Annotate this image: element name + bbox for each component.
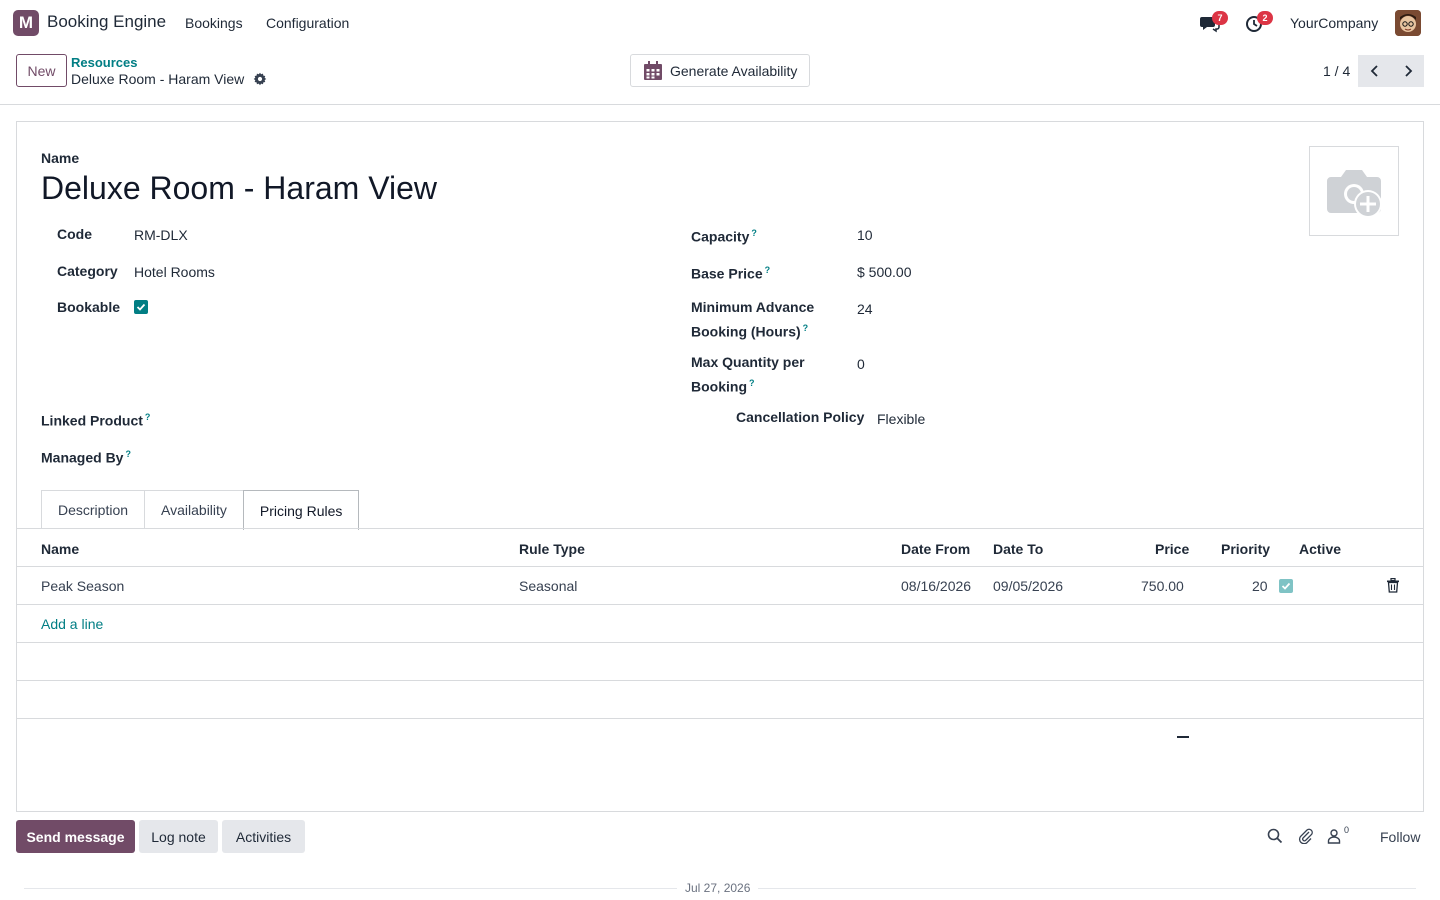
tab-pricing-rules[interactable]: Pricing Rules — [242, 490, 360, 530]
user-avatar[interactable] — [1395, 10, 1421, 36]
activities-button[interactable]: Activities — [222, 820, 305, 853]
generate-availability-label: Generate Availability — [670, 62, 798, 79]
pager-value[interactable]: 1 / 4 — [1323, 63, 1350, 79]
base-price-value[interactable]: $ 500.00 — [857, 264, 912, 280]
row-name[interactable]: Peak Season — [41, 578, 124, 594]
code-label: Code — [57, 226, 92, 242]
tab-availability[interactable]: Availability — [144, 490, 244, 529]
max-qty-label: Max Quantity per Booking? — [691, 354, 805, 395]
breadcrumb-resources[interactable]: Resources — [71, 55, 137, 70]
send-message-button[interactable]: Send message — [16, 820, 135, 853]
empty-row — [17, 643, 1423, 681]
trash-icon[interactable] — [1386, 578, 1400, 593]
chevron-right-icon — [1404, 65, 1412, 77]
form-sheet: Name Deluxe Room - Haram View Code RM-DL… — [16, 121, 1424, 812]
min-advance-value[interactable]: 24 — [857, 301, 873, 317]
capacity-label: Capacity? — [691, 228, 757, 245]
camera-add-icon — [1327, 170, 1382, 218]
total-dash — [1177, 736, 1189, 738]
menu-bookings[interactable]: Bookings — [185, 15, 243, 31]
pager-previous-button[interactable] — [1358, 55, 1391, 87]
generate-availability-button[interactable]: Generate Availability — [630, 54, 810, 87]
code-value[interactable]: RM-DLX — [134, 227, 188, 243]
calendar-icon — [644, 60, 662, 80]
followers-icon[interactable] — [1326, 828, 1342, 844]
bookable-label: Bookable — [57, 299, 121, 315]
add-line-row: Add a line — [17, 605, 1423, 643]
column-rule-type[interactable]: Rule Type — [519, 541, 585, 557]
max-qty-help-icon[interactable]: ? — [749, 378, 755, 388]
add-line-link[interactable]: Add a line — [41, 616, 103, 632]
tab-description[interactable]: Description — [41, 490, 146, 529]
breadcrumb-current: Deluxe Room - Haram View — [71, 71, 245, 87]
row-date-to[interactable]: 09/05/2026 — [993, 578, 1063, 594]
category-value[interactable]: Hotel Rooms — [134, 264, 215, 280]
row-date-from[interactable]: 08/16/2026 — [901, 578, 971, 594]
notebook-tabs: Description Availability Pricing Rules — [41, 490, 360, 530]
capacity-help-icon[interactable]: ? — [751, 228, 757, 238]
row-price[interactable]: 750.00 — [1141, 578, 1184, 594]
check-icon — [1281, 582, 1291, 590]
linked-product-help-icon[interactable]: ? — [145, 412, 151, 422]
max-qty-value[interactable]: 0 — [857, 356, 865, 372]
min-advance-help-icon[interactable]: ? — [803, 323, 809, 333]
min-advance-label: Minimum Advance Booking (Hours)? — [691, 299, 815, 340]
column-date-to[interactable]: Date To — [993, 541, 1043, 557]
category-label: Category — [57, 263, 118, 279]
control-panel: New Resources Deluxe Room - Haram View G… — [0, 46, 1440, 105]
column-price[interactable]: Price — [1155, 541, 1189, 557]
column-priority[interactable]: Priority — [1221, 541, 1270, 557]
name-label: Name — [41, 150, 80, 166]
follow-button[interactable]: Follow — [1380, 829, 1420, 845]
chevron-left-icon — [1370, 65, 1378, 77]
column-date-from[interactable]: Date From — [901, 541, 970, 557]
capacity-value[interactable]: 10 — [857, 227, 873, 243]
date-separator: Jul 27, 2026 — [677, 881, 759, 895]
gear-icon[interactable] — [253, 72, 267, 86]
bookable-checkbox[interactable] — [134, 300, 148, 314]
menu-configuration[interactable]: Configuration — [266, 15, 349, 31]
activities-badge: 2 — [1257, 11, 1273, 25]
followers-count: 0 — [1344, 825, 1350, 835]
top-navbar: M Booking Engine Bookings Configuration … — [0, 0, 1440, 46]
app-title[interactable]: Booking Engine — [47, 12, 166, 32]
row-priority[interactable]: 20 — [1252, 578, 1268, 594]
check-icon — [136, 303, 146, 311]
image-upload[interactable] — [1309, 146, 1399, 236]
search-icon[interactable] — [1267, 828, 1283, 844]
base-price-label: Base Price? — [691, 265, 771, 282]
row-active-checkbox[interactable] — [1279, 579, 1293, 593]
pager-next-button[interactable] — [1391, 55, 1424, 87]
linked-product-label: Linked Product? — [41, 412, 151, 429]
app-logo[interactable]: M — [13, 10, 39, 36]
managed-by-label: Managed By? — [41, 449, 131, 466]
record-title[interactable]: Deluxe Room - Haram View — [41, 170, 437, 207]
column-name[interactable]: Name — [41, 541, 79, 557]
pricing-table-header: Name Rule Type Date From Date To Price P… — [17, 529, 1423, 567]
empty-row — [17, 681, 1423, 719]
company-switcher[interactable]: YourCompany — [1290, 15, 1378, 31]
new-button[interactable]: New — [16, 54, 67, 87]
cancellation-policy-value[interactable]: Flexible — [877, 411, 925, 427]
messages-badge: 7 — [1212, 11, 1228, 25]
log-note-button[interactable]: Log note — [139, 820, 218, 853]
column-active[interactable]: Active — [1299, 541, 1341, 557]
row-rule-type[interactable]: Seasonal — [519, 578, 577, 594]
cancellation-policy-label: Cancellation Policy — [736, 409, 865, 425]
base-price-help-icon[interactable]: ? — [765, 265, 771, 275]
table-row[interactable]: Peak Season Seasonal 08/16/2026 09/05/20… — [17, 567, 1423, 605]
paperclip-icon[interactable] — [1298, 828, 1314, 844]
managed-by-help-icon[interactable]: ? — [125, 449, 131, 459]
